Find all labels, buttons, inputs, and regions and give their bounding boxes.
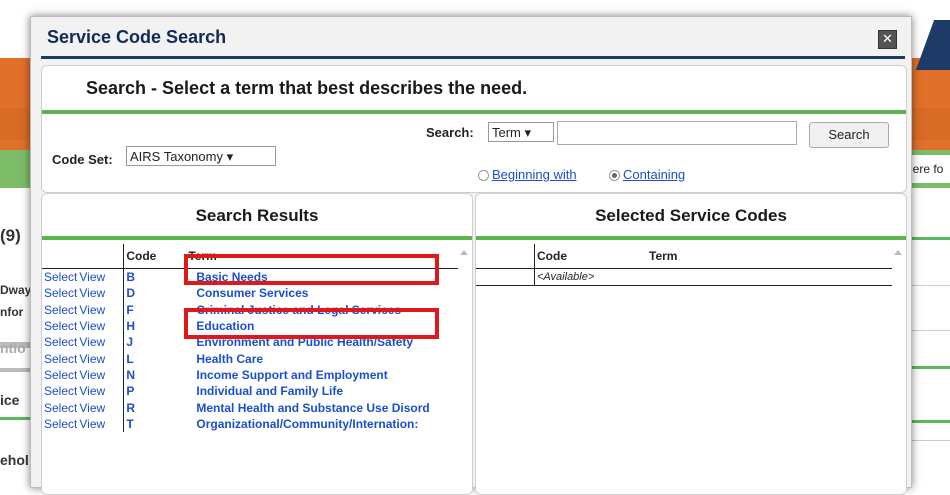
table-header-row: Code Term (476, 244, 892, 269)
search-heading: Search - Select a term that best describ… (86, 78, 528, 98)
table-row: Select View P Individual and Family Life (42, 383, 458, 400)
background-snippet: ntio (0, 340, 26, 356)
select-link[interactable]: Select (42, 350, 77, 366)
result-term[interactable]: Consumer Services (186, 285, 458, 301)
select-link[interactable]: Select (42, 334, 77, 350)
view-link[interactable]: View (77, 285, 124, 301)
search-heading-bar (42, 110, 906, 114)
selected-service-codes-panel: Selected Service Codes Code Term <Availa… (475, 193, 907, 495)
background-snippet: ice (0, 392, 20, 408)
result-term[interactable]: Mental Health and Substance Use Disord (186, 399, 458, 415)
select-link[interactable]: Select (42, 318, 77, 334)
table-row: <Available> (476, 268, 892, 287)
column-header-term: Term (647, 244, 892, 269)
selected-codes-table: Code Term <Available> (476, 244, 892, 287)
code-set-select[interactable]: AIRS Taxonomy ▾ (126, 146, 276, 166)
view-link[interactable]: View (77, 269, 124, 286)
search-label: Search: (426, 125, 474, 140)
view-link[interactable]: View (77, 383, 124, 399)
column-header-code: Code (123, 244, 187, 269)
result-code: P (123, 383, 187, 400)
table-row: Select View N Income Support and Employment (42, 366, 458, 384)
code-set-label: Code Set: (52, 152, 113, 167)
highlight-box-basic-needs (184, 254, 439, 285)
close-icon[interactable]: ✕ (878, 30, 897, 49)
select-link[interactable]: Select (42, 416, 77, 432)
select-link[interactable]: Select (42, 269, 77, 286)
background-corner-shape (915, 20, 950, 70)
view-link[interactable]: View (77, 302, 124, 318)
scroll-up-icon[interactable] (894, 250, 902, 255)
result-term[interactable]: Organizational/Community/Internation: (186, 416, 458, 432)
view-link[interactable]: View (77, 416, 124, 432)
table-row: Select View D Consumer Services (42, 285, 458, 302)
select-link[interactable]: Select (42, 383, 77, 399)
result-code: J (123, 334, 187, 351)
scroll-up-icon[interactable] (460, 250, 468, 255)
result-code: H (123, 317, 187, 335)
radio-containing[interactable] (609, 170, 620, 181)
select-link[interactable]: Select (42, 367, 77, 383)
result-term[interactable]: Health Care (186, 350, 458, 366)
table-row: Select View T Organizational/Community/Inte… (42, 415, 458, 432)
view-link[interactable]: View (77, 367, 124, 383)
result-code: L (123, 350, 187, 367)
result-code: B (123, 268, 187, 286)
radio-beginning-with-label[interactable]: Beginning with (492, 167, 577, 182)
result-term[interactable]: Income Support and Employment (186, 367, 458, 383)
empty-placeholder: <Available> (534, 268, 647, 287)
radio-beginning-with[interactable] (478, 170, 489, 181)
select-link[interactable]: Select (42, 399, 77, 415)
background-snippet: Dway (0, 283, 32, 297)
background-snippet: nfor (0, 305, 24, 319)
selected-codes-heading-bar (476, 236, 906, 240)
result-code: D (123, 285, 187, 302)
result-code: T (123, 415, 187, 432)
service-code-search-dialog: Service Code Search ✕ Search - Select a … (30, 16, 912, 495)
view-link[interactable]: View (77, 350, 124, 366)
background-snippet: (9) (0, 226, 21, 245)
selected-codes-heading: Selected Service Codes (595, 206, 787, 225)
view-link[interactable]: View (77, 334, 124, 350)
highlight-box-criminal-justice (184, 308, 439, 339)
dialog-title-rule (41, 56, 905, 59)
results-body: Select View B Basic Needs Select View D Consume… (42, 268, 458, 432)
view-link[interactable]: View (77, 318, 124, 334)
view-link[interactable]: View (77, 399, 124, 415)
result-code: R (123, 399, 187, 416)
result-term[interactable]: Individual and Family Life (186, 383, 458, 399)
radio-containing-label[interactable]: Containing (623, 167, 685, 182)
search-results-heading: Search Results (195, 206, 319, 225)
result-code: N (123, 366, 187, 384)
search-type-select[interactable]: Term ▾ (488, 122, 554, 142)
result-code: F (123, 301, 187, 318)
background-snippet: ehol (0, 452, 29, 468)
search-button[interactable]: Search (809, 122, 889, 148)
table-row: Select View L Health Care (42, 350, 458, 367)
search-panel: Search - Select a term that best describ… (41, 65, 907, 193)
select-link[interactable]: Select (42, 285, 77, 301)
search-results-panel: Search Results Code Term Select View B Basi… (41, 193, 473, 495)
select-link[interactable]: Select (42, 302, 77, 318)
search-results-heading-bar (42, 236, 472, 240)
column-header-code: Code (534, 244, 647, 269)
dialog-title: Service Code Search (47, 27, 227, 47)
search-input[interactable] (557, 121, 797, 145)
table-row: Select View R Mental Health and Substance U… (42, 399, 458, 416)
